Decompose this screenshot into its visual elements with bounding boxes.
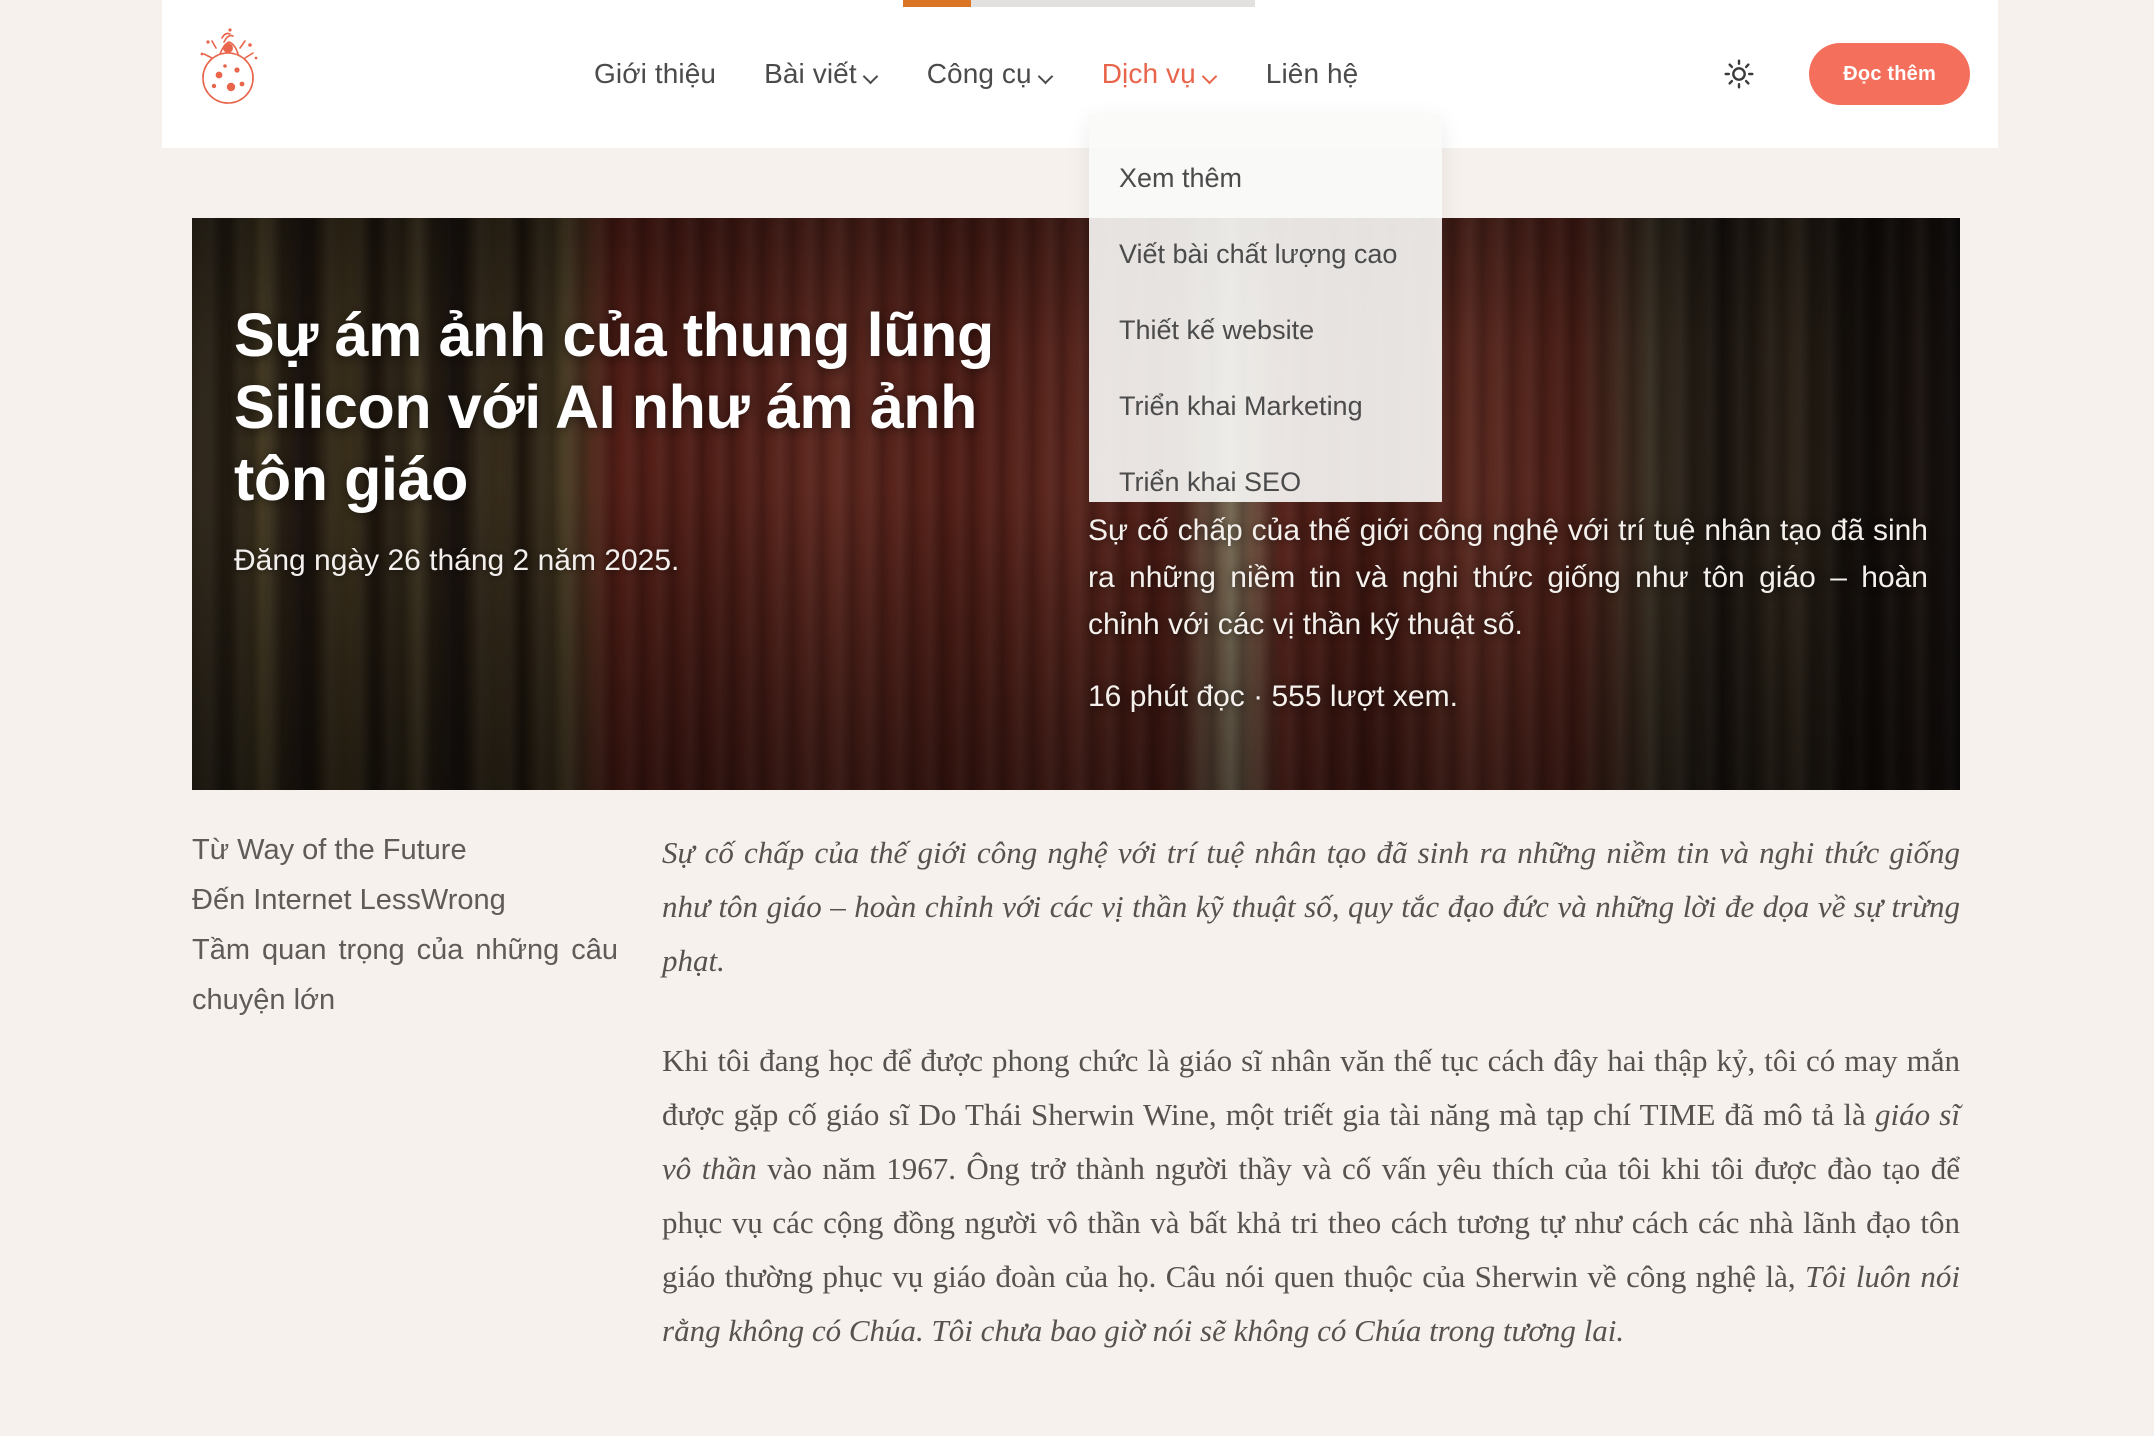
nav-item-lien-he[interactable]: Liên hệ: [1264, 52, 1361, 96]
nav-item-label: Liên hệ: [1265, 58, 1359, 89]
site-logo[interactable]: [190, 18, 268, 110]
nav-item-label: Bài viết: [764, 58, 857, 89]
nav-item-label: Giới thiệu: [594, 58, 717, 89]
publish-date: Đăng ngày 26 tháng 2 năm 2025.: [234, 543, 680, 577]
nav-item-bai-viet[interactable]: Bài viết: [762, 52, 881, 96]
nav-item-dich-vu[interactable]: Dịch vụ: [1100, 52, 1220, 96]
chevron-down-icon: [864, 69, 879, 84]
page-title: Sự ám ảnh của thung lũng Silicon với AI …: [234, 301, 994, 513]
hero-excerpt: Sự cố chấp của thế giới công nghệ với tr…: [1088, 514, 1928, 641]
dropdown-item-xem-them[interactable]: Xem thêm: [1089, 140, 1442, 216]
dropdown-item-thiet-ke-website[interactable]: Thiết kế website: [1089, 292, 1442, 368]
toc-item[interactable]: Từ Way of the Future: [192, 826, 618, 876]
hero-read-meta: 16 phút đọc · 555 lượt xem.: [1088, 680, 1458, 714]
services-dropdown-menu: Xem thêm Viết bài chất lượng cao Thiết k…: [1089, 114, 1442, 502]
page-root: Sự ám ảnh của thung lũng Silicon với AI …: [0, 0, 2154, 1436]
reading-progress-fill: [903, 0, 971, 7]
dropdown-item-viet-bai[interactable]: Viết bài chất lượng cao: [1089, 216, 1442, 292]
dropdown-item-seo[interactable]: Triển khai SEO: [1089, 444, 1442, 520]
nav-item-cong-cu[interactable]: Công cụ: [925, 52, 1056, 96]
article-paragraph: Khi tôi đang học để được phong chức là g…: [662, 1034, 1960, 1358]
nav-item-label: Dịch vụ: [1101, 58, 1196, 89]
hero-side-block: Sự cố chấp của thế giới công nghệ với tr…: [1088, 508, 1928, 714]
sun-icon: [1724, 59, 1754, 89]
toc-item[interactable]: Đến Internet LessWrong: [192, 876, 618, 926]
reading-progress-track: [903, 0, 1255, 7]
toc-item[interactable]: Tầm quan trọng của những câu chuyện lớn: [192, 926, 618, 1026]
nav-item-label: Công cụ: [926, 58, 1032, 89]
hero-banner: Sự ám ảnh của thung lũng Silicon với AI …: [192, 218, 1960, 790]
hero-text-block: Sự ám ảnh của thung lũng Silicon với AI …: [234, 300, 1064, 578]
table-of-contents: Từ Way of the Future Đến Internet LessWr…: [192, 826, 662, 1357]
chevron-down-icon: [1039, 69, 1054, 84]
content-area: Từ Way of the Future Đến Internet LessWr…: [192, 826, 1960, 1357]
dropdown-item-marketing[interactable]: Triển khai Marketing: [1089, 368, 1442, 444]
site-header: Giới thiệu Bài viết Công cụ Dịch vụ Liên…: [162, 0, 1998, 148]
paragraph-segment: Khi tôi đang học để được phong chức là g…: [662, 1042, 1960, 1132]
little-prince-planet-logo-icon: [200, 28, 258, 104]
article-lead-paragraph: Sự cố chấp của thế giới công nghệ với tr…: [662, 835, 1960, 978]
article-body: Sự cố chấp của thế giới công nghệ với tr…: [662, 826, 1960, 1357]
paragraph-segment: vào năm 1967. Ông trở thành người thầy v…: [662, 1150, 1960, 1294]
chevron-down-icon: [1203, 69, 1218, 84]
read-more-button[interactable]: Đọc thêm: [1809, 43, 1970, 105]
theme-toggle-button[interactable]: [1717, 52, 1761, 96]
header-actions: Đọc thêm: [1717, 0, 1970, 148]
nav-item-gioi-thieu[interactable]: Giới thiệu: [592, 52, 718, 96]
